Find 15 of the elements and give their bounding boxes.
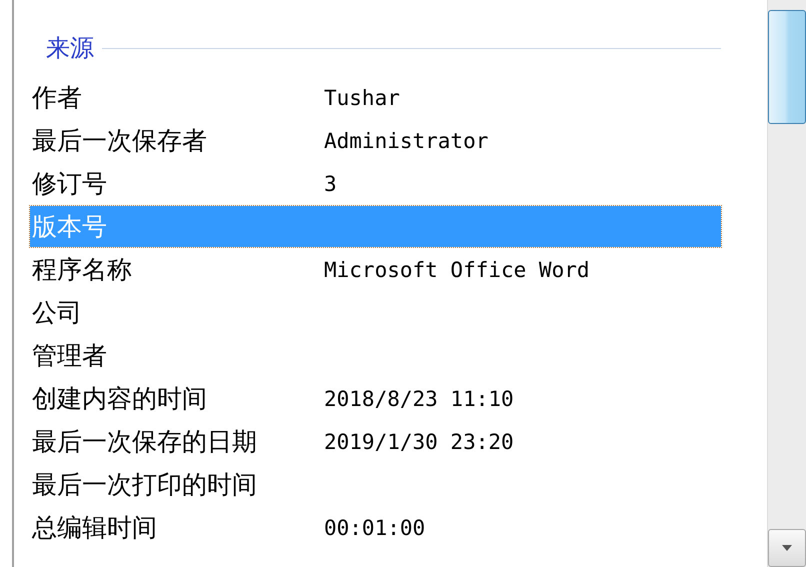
property-row[interactable]: 公司 [30,292,721,333]
property-row[interactable]: 最后一次打印的时间 [30,464,721,505]
property-row[interactable]: 最后一次保存的日期 2019/1/30 23:20 [30,421,721,462]
scroll-down-button[interactable] [768,529,806,567]
property-row[interactable]: 修订号 3 [30,163,721,204]
property-row[interactable]: 管理者 [30,335,721,376]
section-title: 来源 [46,33,94,64]
property-row[interactable]: 最后一次保存者 Administrator [30,120,721,161]
down-arrow-icon [781,544,793,552]
property-row[interactable]: 程序名称 Microsoft Office Word [30,249,721,290]
property-row[interactable]: 作者 Tushar [30,77,721,118]
scroll-thumb[interactable] [768,10,806,124]
property-row[interactable]: 总编辑时间 00:01:00 [30,507,721,548]
scrollbar[interactable] [767,0,806,567]
property-row[interactable]: 创建内容的时间 2018/8/23 11:10 [30,378,721,419]
